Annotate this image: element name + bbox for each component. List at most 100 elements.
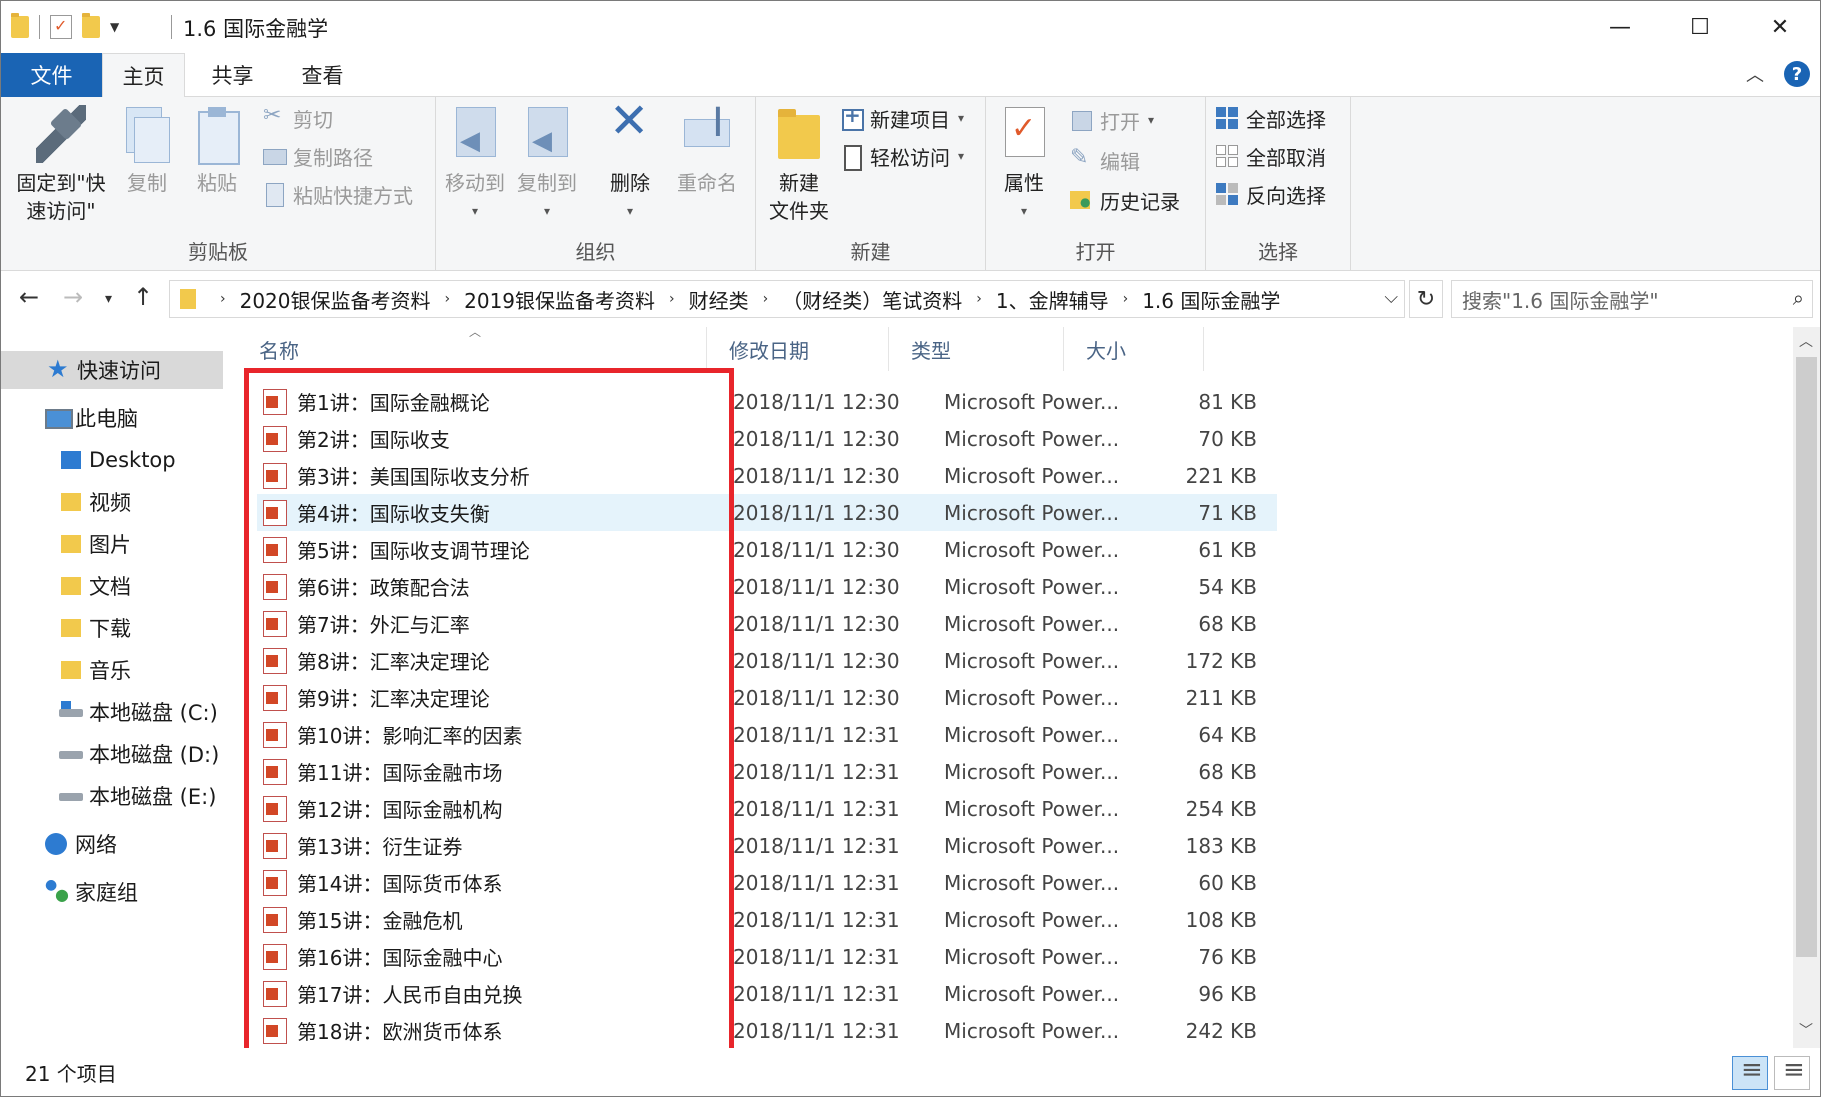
rename-button[interactable]: 重命名 [672,105,742,197]
scroll-down-chevron-icon[interactable]: ﹀ [1799,1020,1813,1040]
chevron-right-icon[interactable]: › [976,291,982,307]
file-row[interactable]: 第6讲：政策配合法 2018/11/1 12:30 Microsoft Powe… [257,568,1277,605]
breadcrumb-item[interactable]: 财经类 [689,285,749,314]
tab-share[interactable]: 共享 [191,53,274,97]
copy-to-button[interactable]: 复制到 ▾ [516,105,578,225]
file-row[interactable]: 第4讲：国际收支失衡 2018/11/1 12:30 Microsoft Pow… [257,494,1277,531]
file-row[interactable]: 第5讲：国际收支调节理论 2018/11/1 12:30 Microsoft P… [257,531,1277,568]
network-icon [45,833,69,855]
file-row[interactable]: 第10讲：影响汇率的因素 2018/11/1 12:31 Microsoft P… [257,716,1277,753]
nav-item-music[interactable]: 音乐 [1,651,131,689]
file-row[interactable]: 第7讲：外汇与汇率 2018/11/1 12:30 Microsoft Powe… [257,605,1277,642]
cut-button[interactable]: 剪切 [263,101,333,135]
nav-item-pictures[interactable]: 图片 [1,525,131,563]
sort-ascending-icon: ︿ [469,325,482,339]
search-icon[interactable]: ⌕ [1793,286,1804,310]
file-row[interactable]: 第8讲：汇率决定理论 2018/11/1 12:30 Microsoft Pow… [257,642,1277,679]
collapse-ribbon-chevron-up-icon[interactable]: ︿ [1746,61,1764,87]
recent-locations-chevron-icon[interactable]: ▾ [105,291,112,307]
easy-access-button[interactable]: 轻松访问 ▾ [840,139,964,173]
help-icon[interactable]: ? [1784,61,1810,87]
copy-button[interactable]: 复制 [119,105,175,197]
file-row[interactable]: 第2讲：国际收支 2018/11/1 12:30 Microsoft Power… [257,420,1277,457]
properties-icon[interactable] [50,15,72,39]
file-row[interactable]: 第13讲：衍生证券 2018/11/1 12:31 Microsoft Powe… [257,827,1277,864]
address-dropdown-chevron-icon[interactable]: ⌵ [1384,287,1398,308]
refresh-icon[interactable]: ↻ [1409,280,1443,318]
file-row[interactable]: 第3讲：美国国际收支分析 2018/11/1 12:30 Microsoft P… [257,457,1277,494]
nav-item-desktop[interactable]: Desktop [1,441,176,479]
tab-view[interactable]: 查看 [281,53,364,97]
nav-item-network[interactable]: 网络 [1,825,117,863]
history-button[interactable]: 历史记录 [1070,183,1180,217]
nav-item-drive-c[interactable]: 本地磁盘 (C:) [1,693,218,731]
nav-item-videos[interactable]: 视频 [1,483,131,521]
file-row[interactable]: 第14讲：国际货币体系 2018/11/1 12:31 Microsoft Po… [257,864,1277,901]
select-all-button[interactable]: 全部选择 [1216,101,1326,135]
scrollbar-thumb[interactable] [1796,357,1817,957]
address-bar[interactable]: › 2020银保监备考资料 › 2019银保监备考资料 › 财经类 › （财经类… [169,280,1405,318]
breadcrumb-item[interactable]: （财经类）笔试资料 [782,285,962,314]
nav-item-documents[interactable]: 文档 [1,567,131,605]
minimize-button[interactable]: — [1580,1,1660,53]
pin-quick-access-button[interactable]: 固定到"快速访问" [11,105,111,225]
file-row[interactable]: 第12讲：国际金融机构 2018/11/1 12:31 Microsoft Po… [257,790,1277,827]
tab-home[interactable]: 主页 [102,53,185,98]
chevron-right-icon[interactable]: › [445,291,451,307]
file-row[interactable]: 第9讲：汇率决定理论 2018/11/1 12:30 Microsoft Pow… [257,679,1277,716]
nav-item-this-pc[interactable]: 此电脑 [1,399,138,437]
paste-shortcut-button[interactable]: 粘贴快捷方式 [263,177,413,211]
nav-item-homegroup[interactable]: 家庭组 [1,873,138,911]
copy-path-button[interactable]: 复制路径 [263,139,373,173]
select-none-button[interactable]: 全部取消 [1216,139,1326,173]
large-icons-view-icon[interactable] [1774,1055,1810,1090]
nav-item-downloads[interactable]: 下载 [1,609,131,647]
breadcrumb-current[interactable]: 1.6 国际金融学 [1142,285,1280,314]
file-name: 第15讲：金融危机 [297,909,463,933]
file-row[interactable]: 第17讲：人民币自由兑换 2018/11/1 12:31 Microsoft P… [257,975,1277,1012]
chevron-right-icon[interactable]: › [763,291,769,307]
column-header-type[interactable]: 类型 [889,327,1064,371]
search-input[interactable]: 搜索"1.6 国际金融学" ⌕ [1451,280,1813,318]
chevron-right-icon[interactable]: › [220,291,226,307]
nav-item-drive-d[interactable]: 本地磁盘 (D:) [1,735,219,773]
new-folder-icon[interactable] [82,13,100,38]
file-row[interactable]: 第11讲：国际金融市场 2018/11/1 12:31 Microsoft Po… [257,753,1277,790]
vertical-scrollbar[interactable]: ︿ ﹀ [1793,327,1820,1050]
new-folder-button[interactable]: 新建 文件夹 [764,105,834,225]
paste-button[interactable]: 粘贴 [189,105,245,197]
up-arrow-icon[interactable]: ↑ [133,283,153,311]
customize-toolbar-chevron-icon[interactable]: ▼ [110,20,119,34]
file-row[interactable]: 第18讲：欧洲货币体系 2018/11/1 12:31 Microsoft Po… [257,1012,1277,1049]
breadcrumb-item[interactable]: 2019银保监备考资料 [464,285,655,314]
new-item-button[interactable]: 新建项目 ▾ [840,101,964,135]
invert-selection-button[interactable]: 反向选择 [1216,177,1326,211]
delete-button[interactable]: 删除 ▾ [602,105,658,225]
column-header-size[interactable]: 大小 [1064,327,1204,371]
chevron-right-icon[interactable]: › [669,291,675,307]
breadcrumb-item[interactable]: 2020银保监备考资料 [240,285,431,314]
powerpoint-file-icon [263,906,287,933]
breadcrumb-item[interactable]: 1、金牌辅导 [996,285,1109,314]
edit-button[interactable]: 编辑 [1070,143,1140,177]
properties-button[interactable]: 属性 ▾ [992,105,1056,225]
forward-arrow-icon[interactable]: → [63,283,83,311]
tab-file[interactable]: 文件 [1,53,102,97]
new-group: 新建 文件夹 新建项目 ▾ 轻松访问 ▾ 新建 [756,97,986,271]
column-header-name[interactable]: ︿ 名称 [237,325,707,371]
close-button[interactable]: ✕ [1740,1,1820,53]
scroll-up-chevron-icon[interactable]: ︿ [1799,331,1813,351]
move-to-button[interactable]: 移动到 ▾ [444,105,506,225]
back-arrow-icon[interactable]: ← [19,283,39,311]
file-row[interactable]: 第15讲：金融危机 2018/11/1 12:31 Microsoft Powe… [257,901,1277,938]
column-header-modified[interactable]: 修改日期 [707,327,889,371]
details-view-icon[interactable] [1732,1055,1768,1090]
nav-item-drive-e[interactable]: 本地磁盘 (E:) [1,777,216,815]
open-button[interactable]: 打开 ▾ [1070,103,1154,137]
chevron-down-icon: ▾ [958,149,965,163]
nav-item-quick-access[interactable]: 快速访问 [1,351,223,389]
maximize-button[interactable]: ☐ [1660,1,1740,53]
file-row[interactable]: 第1讲：国际金融概论 2018/11/1 12:30 Microsoft Pow… [257,383,1277,420]
chevron-right-icon[interactable]: › [1123,291,1129,307]
file-row[interactable]: 第16讲：国际金融中心 2018/11/1 12:31 Microsoft Po… [257,938,1277,975]
